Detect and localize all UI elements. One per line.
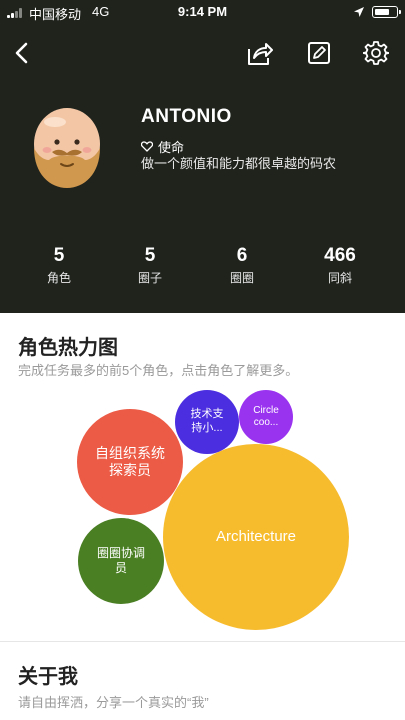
bubble-label-line2: coo...	[253, 417, 279, 428]
about-subtitle[interactable]: 请自由挥洒，分享一个真实的“我”	[18, 692, 209, 711]
bubble-label-line2: 探索员	[109, 462, 151, 478]
heart-outline-icon	[141, 141, 153, 152]
settings-button[interactable]	[361, 38, 391, 68]
avatar[interactable]	[30, 104, 104, 190]
bubble-label-line1: 自组织系统	[95, 444, 165, 461]
stat-value: 466	[324, 245, 356, 266]
stat-roles[interactable]: 5 角色	[19, 245, 99, 286]
stat-value: 5	[144, 245, 156, 266]
edit-button[interactable]	[304, 38, 334, 68]
bubble-label-line2: 员	[114, 561, 127, 575]
battery-icon	[372, 6, 401, 18]
stat-label: 同斜	[327, 271, 352, 285]
profile-name: ANTONIO	[141, 106, 232, 127]
bubble-label-line1: Circle	[253, 404, 279, 416]
stat-label: 圈子	[137, 271, 162, 285]
battery-level	[375, 9, 389, 15]
status-bar: 中国移动 4G 9:14 PM	[0, 0, 405, 24]
about-title: 关于我	[18, 666, 78, 688]
bubble-label-line1: 圈圈协调	[96, 546, 145, 560]
stat-label: 圈圈	[229, 271, 254, 285]
clock: 9:14 PM	[177, 4, 228, 19]
profile-stats: 5 角色 5 圈子 6 圈圈 466 同斜	[0, 245, 405, 289]
bubble-label-line1: 技术支	[190, 408, 224, 421]
bubble-label-line1: Architecture	[215, 527, 297, 545]
profile-header: 中国移动 4G 9:14 PM ANTONIO 使命 做一个颜值和能力都很卓越的…	[0, 0, 405, 313]
bubble-circle-coordinator[interactable]: Circle coo...	[239, 390, 293, 444]
bubble-self-organizing-explorer[interactable]: 自组织系统 探索员	[77, 409, 183, 515]
stat-value: 5	[53, 245, 65, 266]
bubble-tech-support[interactable]: 技术支 持小...	[175, 390, 239, 454]
section-divider	[0, 641, 405, 642]
share-icon	[248, 43, 273, 65]
share-button[interactable]	[245, 38, 275, 68]
profile-bio: 做一个颜值和能力都很卓越的码农	[141, 156, 337, 171]
stat-label: 角色	[46, 271, 71, 285]
gear-icon	[363, 41, 389, 65]
location-arrow-icon	[354, 7, 364, 17]
stat-circles[interactable]: 5 圈子	[110, 245, 190, 286]
bubble-quanquan-coordinator[interactable]: 圈圈协调员	[78, 518, 164, 604]
heatmap-title: 角色热力图	[18, 337, 118, 359]
bubble-architecture[interactable]: Architecture	[163, 444, 349, 630]
bubble-label-line2: 持小...	[191, 422, 223, 434]
back-button[interactable]	[6, 38, 36, 68]
heatmap-subtitle: 完成任务最多的前5个角色，点击角色了解更多。	[18, 363, 299, 378]
stat-peers[interactable]: 466 同斜	[300, 245, 380, 286]
edit-icon	[308, 42, 330, 64]
stat-value: 6	[236, 245, 248, 266]
stat-quanquan[interactable]: 6 圈圈	[202, 245, 282, 286]
chevron-left-icon	[15, 42, 28, 64]
